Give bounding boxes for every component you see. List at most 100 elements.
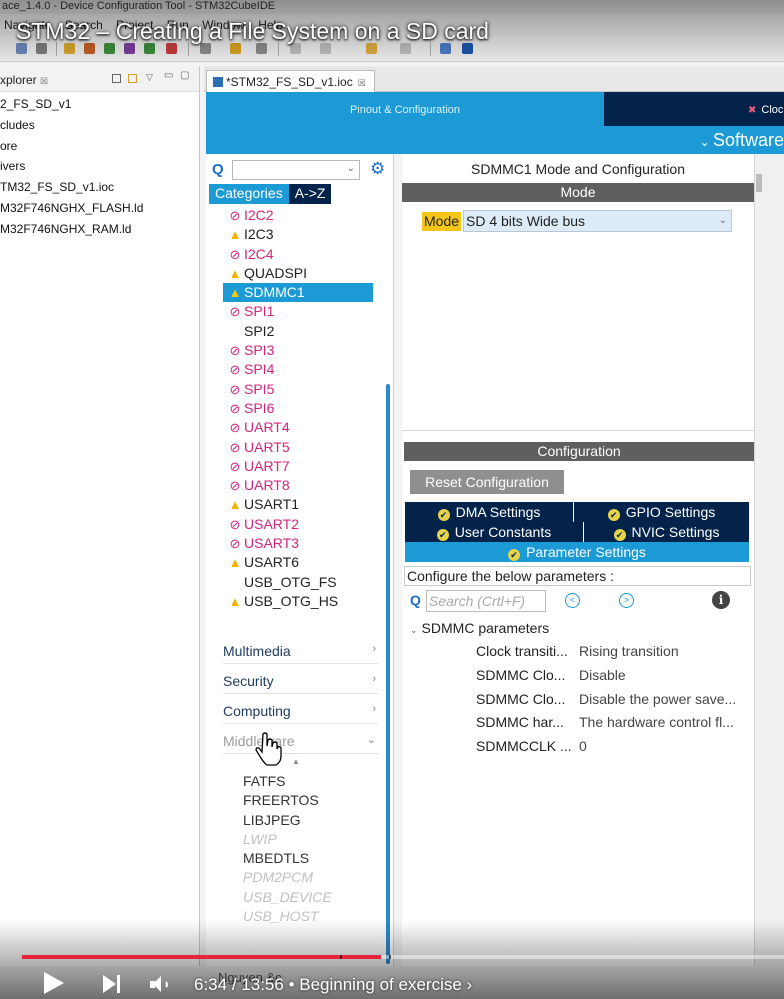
middleware-item[interactable]: PDM2PCM	[243, 868, 383, 887]
tab-clock-configuration[interactable]: ✖ Cloc	[604, 92, 784, 126]
parameter-group-title: SDMMC parameters	[421, 620, 550, 636]
peripheral-item[interactable]: USB_OTG_FS	[223, 573, 373, 592]
middleware-item[interactable]: USB_HOST	[243, 907, 383, 926]
tree-item[interactable]: ore	[0, 136, 199, 157]
link-editor-icon[interactable]	[128, 74, 137, 83]
chevron-right-icon[interactable]: ›	[467, 975, 473, 994]
chevron-right-icon: ›	[372, 643, 376, 655]
tree-item[interactable]: ivers	[0, 156, 199, 177]
param-value[interactable]: Rising transition	[579, 643, 679, 659]
mode-select[interactable]: SD 4 bits Wide bus ⌄	[463, 210, 732, 232]
group-computing[interactable]: Computing ›	[223, 700, 378, 724]
chevron-down-icon[interactable]: ⌄	[347, 163, 355, 174]
close-tab-icon[interactable]: ☒	[358, 78, 366, 88]
group-middleware[interactable]: Middleware ⌄	[223, 730, 378, 754]
param-row[interactable]: SDMMCCLK ... 0	[476, 735, 752, 757]
tree-item[interactable]: TM32_FS_SD_v1.ioc	[0, 177, 199, 198]
warning-icon: ▲	[228, 593, 242, 609]
middleware-item[interactable]: USB_DEVICE	[243, 888, 383, 907]
param-value[interactable]: Disable	[579, 667, 626, 683]
param-row[interactable]: SDMMC Clo... Disable	[476, 664, 752, 686]
window-title: ace_1.4.0 - Device Configuration Tool - …	[0, 0, 784, 14]
maximize-icon[interactable]: ▢	[180, 70, 189, 81]
disabled-icon: ⊘	[229, 381, 241, 397]
peripheral-item[interactable]: ⊘ USART2	[223, 515, 373, 534]
search-previous-icon[interactable]: <	[565, 593, 580, 608]
collapse-all-icon[interactable]	[112, 74, 121, 83]
middleware-item[interactable]: FREERTOS	[243, 791, 383, 810]
search-next-icon[interactable]: >	[619, 593, 634, 608]
tab-dma-settings[interactable]: ✔ DMA Settings	[405, 502, 573, 522]
peripheral-item[interactable]: ⊘ SPI5	[223, 380, 373, 399]
tree-item[interactable]: M32F746NGHX_FLASH.ld	[0, 198, 199, 219]
tab-parameter-settings[interactable]: ✔ Parameter Settings	[405, 542, 749, 562]
param-value[interactable]: 0	[579, 738, 587, 754]
video-progress-bar[interactable]	[22, 955, 784, 959]
peripheral-item[interactable]: ▲ QUADSPI	[223, 264, 373, 283]
next-video-icon[interactable]	[103, 975, 123, 993]
peripheral-item[interactable]: ⊘ SPI6	[223, 399, 373, 418]
group-security[interactable]: Security ›	[223, 670, 378, 694]
peripheral-item[interactable]: ⊘ UART5	[223, 438, 373, 457]
peripheral-item[interactable]: ⊘ UART7	[223, 457, 373, 476]
chevron-down-icon: ⌄	[366, 734, 376, 746]
peripheral-item[interactable]: ▲ USART1	[223, 495, 373, 514]
chevron-down-icon[interactable]: ⌄	[719, 211, 727, 231]
peripheral-item[interactable]: ⊘ UART4	[223, 418, 373, 437]
category-scrollbar[interactable]	[386, 384, 390, 964]
warning-icon: ▲	[228, 285, 242, 301]
peripheral-item[interactable]: ⊘ UART8	[223, 476, 373, 495]
tree-item[interactable]: 2_FS_SD_v1	[0, 94, 199, 115]
tab-label: DMA Settings	[455, 504, 541, 520]
gear-icon[interactable]: ⚙	[370, 159, 385, 179]
param-value[interactable]: The hardware control fl...	[579, 714, 734, 730]
peripheral-item[interactable]: ▲ I2C3	[223, 225, 373, 244]
category-search-input[interactable]: ⌄	[232, 160, 360, 180]
tab-gpio-settings[interactable]: ✔ GPIO Settings	[574, 502, 749, 522]
peripheral-item[interactable]: ⊘ I2C4	[223, 245, 373, 264]
editor-tab-ioc[interactable]: *STM32_FS_SD_v1.ioc ☒	[206, 70, 375, 92]
tab-user-constants[interactable]: ✔ User Constants	[405, 522, 583, 542]
panel-scrollbar[interactable]	[756, 174, 762, 192]
parameter-group-header[interactable]: ⌄ SDMMC parameters	[410, 620, 549, 636]
minimize-icon[interactable]: ▭	[164, 70, 173, 81]
peripheral-item[interactable]: ⊘ SPI4	[223, 360, 373, 379]
volume-icon[interactable]	[150, 975, 172, 993]
param-value[interactable]: Disable the power save...	[579, 691, 736, 707]
peripheral-item[interactable]: SPI2	[223, 322, 373, 341]
peripheral-item[interactable]: ⊘ SPI3	[223, 341, 373, 360]
explorer-title[interactable]: xplorer	[0, 73, 37, 87]
play-icon[interactable]	[44, 972, 64, 994]
peripheral-item[interactable]: ▲ USART6	[223, 553, 373, 572]
tab-a-to-z[interactable]: A->Z	[288, 184, 332, 204]
middleware-item[interactable]: FATFS	[243, 772, 383, 791]
video-time: 6:34 / 13:56 • Beginning of exercise ›	[194, 975, 472, 995]
tree-item[interactable]: cludes	[0, 115, 199, 136]
parameter-search-input[interactable]: Search (Crtl+F)	[426, 590, 546, 612]
info-icon[interactable]: i	[712, 591, 730, 609]
software-packs-menu[interactable]: ⌄ Software	[700, 130, 784, 151]
reset-configuration-button[interactable]: Reset Configuration	[410, 470, 564, 494]
tree-item[interactable]: M32F746NGHX_RAM.ld	[0, 219, 199, 240]
peripheral-label: SPI4	[244, 361, 275, 378]
view-menu-icon[interactable]: ▽	[146, 72, 153, 83]
chapter-title[interactable]: Beginning of exercise	[299, 975, 462, 994]
peripheral-item[interactable]: ▲ SDMMC1	[223, 283, 373, 303]
middleware-item[interactable]: MBEDTLS	[243, 849, 383, 868]
disabled-icon: ⊘	[229, 516, 241, 532]
param-row[interactable]: SDMMC Clo... Disable the power save...	[476, 688, 752, 710]
middleware-item[interactable]: LWIP	[243, 830, 383, 849]
tab-categories[interactable]: Categories	[209, 184, 289, 204]
param-name: SDMMC Clo...	[476, 667, 566, 683]
tab-pinout-configuration[interactable]: Pinout & Configuration	[206, 92, 604, 126]
peripheral-item[interactable]: ⊘ USART3	[223, 534, 373, 553]
peripheral-item[interactable]: ⊘ I2C2	[223, 206, 373, 225]
param-row[interactable]: Clock transiti... Rising transition	[476, 640, 752, 662]
tab-nvic-settings[interactable]: ✔ NVIC Settings	[584, 522, 749, 542]
peripheral-item[interactable]: ▲ USB_OTG_HS	[223, 592, 373, 611]
middleware-item[interactable]: LIBJPEG	[243, 811, 383, 830]
disabled-icon: ⊘	[229, 536, 241, 552]
group-multimedia[interactable]: Multimedia ›	[223, 640, 378, 664]
param-row[interactable]: SDMMC har... The hardware control fl...	[476, 711, 752, 733]
peripheral-item[interactable]: ⊘ SPI1	[223, 302, 373, 321]
